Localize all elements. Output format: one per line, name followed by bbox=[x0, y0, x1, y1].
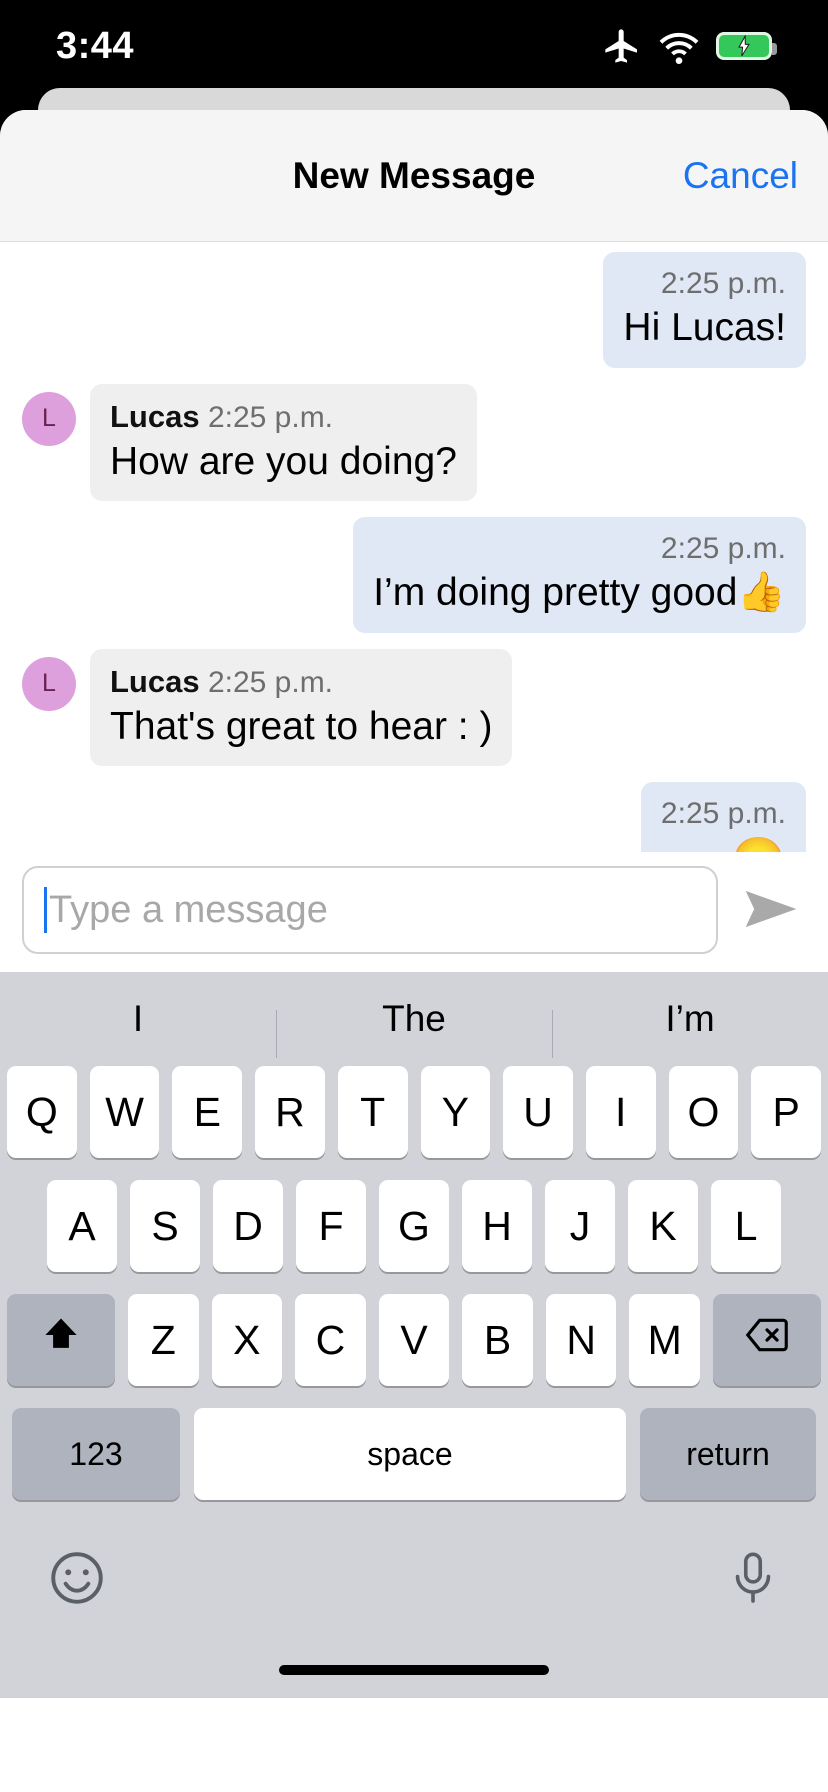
status-bar: 3:44 bbox=[0, 0, 828, 92]
home-indicator[interactable] bbox=[279, 1665, 549, 1675]
key-k[interactable]: K bbox=[628, 1180, 698, 1272]
sheet-header: New Message Cancel bbox=[0, 110, 828, 242]
key-g[interactable]: G bbox=[379, 1180, 449, 1272]
message-composer: Type a message bbox=[0, 852, 828, 972]
message-text: That's great to hear : ) bbox=[110, 704, 493, 748]
key-l[interactable]: L bbox=[711, 1180, 781, 1272]
key-b[interactable]: B bbox=[462, 1294, 533, 1386]
backspace-key-icon bbox=[743, 1313, 791, 1367]
phone-screen: 3:44 New Message Cancel 2:25 p.m. Hi Luc… bbox=[0, 0, 828, 1792]
message-timestamp: 2:25 p.m. bbox=[660, 267, 786, 300]
key-i[interactable]: I bbox=[585, 1066, 656, 1158]
key-e[interactable]: E bbox=[172, 1066, 243, 1158]
text-cursor bbox=[44, 887, 47, 933]
suggestion-item[interactable]: I bbox=[0, 998, 276, 1040]
wifi-icon bbox=[658, 25, 700, 67]
key-s[interactable]: S bbox=[130, 1180, 200, 1272]
message-bubble-incoming[interactable]: Lucas 2:25 p.m. That's great to hear : ) bbox=[90, 648, 513, 767]
key-q[interactable]: Q bbox=[6, 1066, 77, 1158]
message-meta: 2:25 p.m. bbox=[373, 531, 786, 567]
key-a[interactable]: A bbox=[47, 1180, 117, 1272]
keyboard-bottom-bar bbox=[0, 1520, 828, 1630]
key-u[interactable]: U bbox=[503, 1066, 573, 1158]
message-bubble-incoming[interactable]: Lucas 2:25 p.m. How are you doing? bbox=[90, 383, 477, 502]
suggestion-bar: I The I’m bbox=[0, 972, 828, 1066]
message-timestamp: 2:25 p.m. bbox=[207, 665, 334, 699]
send-button[interactable] bbox=[736, 875, 806, 945]
message-text: I’m doing pretty good👍 bbox=[373, 571, 786, 615]
key-t[interactable]: T bbox=[337, 1066, 408, 1158]
key-j[interactable]: J bbox=[545, 1180, 615, 1272]
cancel-button[interactable]: Cancel bbox=[683, 155, 798, 197]
message-meta: 2:25 p.m. bbox=[623, 266, 786, 302]
status-bar-time: 3:44 bbox=[56, 24, 135, 67]
shift-key[interactable] bbox=[6, 1294, 115, 1386]
message-sender: Lucas bbox=[110, 398, 200, 434]
message-meta: Lucas 2:25 p.m. bbox=[110, 663, 492, 701]
key-c[interactable]: C bbox=[295, 1294, 366, 1386]
key-n[interactable]: N bbox=[545, 1294, 617, 1386]
key-o[interactable]: O bbox=[668, 1066, 739, 1158]
message-timestamp: 2:25 p.m. bbox=[207, 400, 334, 434]
page-title: New Message bbox=[292, 154, 536, 196]
message-text: How are you doing? bbox=[110, 439, 457, 483]
status-bar-icons bbox=[602, 25, 777, 67]
onscreen-keyboard: I The I’m Q W E R T Y U I O P A S D F G … bbox=[0, 972, 828, 1698]
return-key[interactable]: return bbox=[640, 1408, 816, 1500]
message-row: 2:25 p.m. I’m doing pretty good👍 bbox=[0, 517, 828, 633]
shift-key-icon bbox=[39, 1313, 83, 1367]
message-bubble-outgoing[interactable]: 2:25 p.m. I’m doing pretty good👍 bbox=[353, 517, 806, 633]
message-row: 2:25 p.m. 😝 bbox=[0, 782, 828, 852]
key-p[interactable]: P bbox=[751, 1066, 822, 1158]
message-timestamp: 2:25 p.m. bbox=[660, 797, 786, 831]
message-row: 2:25 p.m. Hi Lucas! bbox=[0, 252, 828, 368]
key-r[interactable]: R bbox=[255, 1066, 325, 1158]
suggestion-item[interactable]: I’m bbox=[552, 998, 828, 1058]
message-bubble-outgoing[interactable]: 2:25 p.m. 😝 bbox=[640, 782, 806, 852]
keyboard-row-1: Q W E R T Y U I O P bbox=[0, 1066, 828, 1158]
key-h[interactable]: H bbox=[462, 1180, 532, 1272]
key-f[interactable]: F bbox=[296, 1180, 366, 1272]
message-row: L Lucas 2:25 p.m. That's great to hear :… bbox=[0, 648, 828, 767]
keyboard-row-3: Z X C V B N M bbox=[0, 1294, 828, 1386]
key-y[interactable]: Y bbox=[420, 1066, 491, 1158]
home-indicator-area bbox=[0, 1630, 828, 1698]
message-bubble-outgoing[interactable]: 2:25 p.m. Hi Lucas! bbox=[603, 252, 806, 368]
backspace-key[interactable] bbox=[713, 1294, 822, 1386]
airplane-mode-icon bbox=[602, 26, 642, 66]
message-meta: 2:25 p.m. bbox=[661, 796, 786, 832]
send-arrow-icon bbox=[739, 877, 803, 944]
numbers-key[interactable]: 123 bbox=[12, 1408, 180, 1500]
message-sender: Lucas bbox=[110, 663, 200, 699]
message-meta: Lucas 2:25 p.m. bbox=[110, 398, 457, 436]
key-v[interactable]: V bbox=[378, 1294, 450, 1386]
suggestion-item[interactable]: The bbox=[276, 998, 552, 1058]
microphone-icon[interactable] bbox=[724, 1549, 782, 1612]
message-timestamp: 2:25 p.m. bbox=[660, 532, 786, 566]
keyboard-row-4: 123 space return bbox=[0, 1408, 828, 1500]
message-input[interactable]: Type a message bbox=[22, 866, 718, 954]
avatar: L bbox=[22, 391, 76, 446]
key-w[interactable]: W bbox=[89, 1066, 160, 1158]
emoji-keyboard-icon[interactable] bbox=[46, 1547, 108, 1614]
keyboard-row-2: A S D F G H J K L bbox=[0, 1180, 828, 1272]
key-d[interactable]: D bbox=[213, 1180, 283, 1272]
avatar: L bbox=[22, 656, 76, 711]
new-message-sheet: New Message Cancel 2:25 p.m. Hi Lucas! L… bbox=[0, 110, 828, 1792]
message-text: 😝 bbox=[661, 834, 786, 852]
battery-charging-icon bbox=[716, 32, 777, 60]
message-input-placeholder: Type a message bbox=[49, 888, 328, 931]
message-text: Hi Lucas! bbox=[623, 306, 786, 349]
key-m[interactable]: M bbox=[629, 1294, 701, 1386]
conversation-list[interactable]: 2:25 p.m. Hi Lucas! L Lucas 2:25 p.m. Ho… bbox=[0, 242, 828, 852]
key-z[interactable]: Z bbox=[127, 1294, 199, 1386]
space-key[interactable]: space bbox=[194, 1408, 626, 1500]
key-x[interactable]: X bbox=[211, 1294, 283, 1386]
message-row: L Lucas 2:25 p.m. How are you doing? bbox=[0, 383, 828, 502]
